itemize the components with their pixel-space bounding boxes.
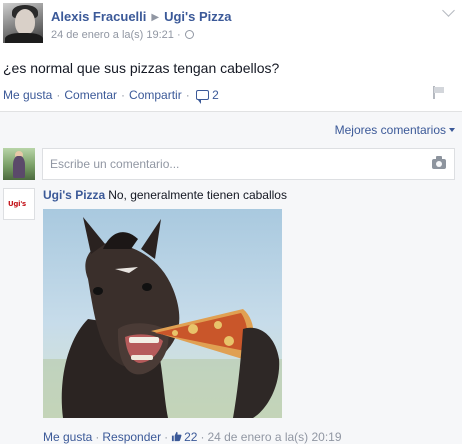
separator: · [56,88,61,102]
comment-count-link[interactable]: 2 [194,88,219,104]
separator: · [164,430,169,444]
comment-body: Ugi's Pizza No, generalmente tienen cabal… [43,188,287,202]
comment-sort-dropdown[interactable]: Mejores comentarios [335,123,455,137]
separator: · [121,88,126,102]
post-text: ¿es normal que sus pizzas tengan cabello… [3,60,280,76]
comment-like-link[interactable]: Me gusta [43,430,92,444]
comment-bubble-icon [195,90,209,104]
flag-icon[interactable] [433,86,445,99]
globe-icon[interactable] [184,30,194,39]
post-timestamp[interactable]: 24 de enero a la(s) 19:21 [51,29,174,41]
comment-input-box[interactable] [42,148,455,180]
comment-photo-horse-eating-pizza[interactable] [43,209,282,418]
author-name[interactable]: Alexis Fracuelli [51,9,146,24]
comment-author-avatar[interactable]: Ugi's [3,188,35,220]
camera-icon[interactable] [432,156,446,169]
chevron-down-icon[interactable] [442,4,455,17]
like-link[interactable]: Me gusta [3,88,52,102]
target-page-name[interactable]: Ugi's Pizza [164,9,231,24]
ugis-pizza-logo: Ugi's [8,200,26,208]
current-user-avatar [3,148,35,180]
separator: · [95,430,100,444]
post-actions: Me gusta · Comentar · Compartir · 2 [3,88,219,104]
comment-timestamp[interactable]: 24 de enero a la(s) 20:19 [207,430,341,444]
comment-link[interactable]: Comentar [64,88,117,102]
horse-pizza-image [43,217,282,418]
comments-section: Mejores comentarios Ugi's Ugi's PizzaNo,… [0,111,462,444]
comment-count: 2 [212,88,219,102]
reply-link[interactable]: Responder [102,430,161,444]
separator: · [200,430,205,444]
comment-input[interactable] [43,149,403,179]
caret-down-icon [449,128,455,132]
post-card: Alexis Fracuelli ▶ Ugi's Pizza 24 de enero… [0,0,462,110]
comment-author-name[interactable]: Ugi's Pizza [43,188,105,202]
share-link[interactable]: Compartir [129,88,182,102]
comment-actions: Me gusta · Responder · 22 · 24 de enero a la(s… [43,430,342,444]
meta-separator: · [176,29,181,41]
author-avatar[interactable] [3,3,43,43]
comment-like-count: 22 [184,430,198,444]
comment-likes[interactable]: 22 [171,430,197,444]
sort-label: Mejores comentarios [334,123,446,137]
separator: · [185,88,190,102]
comment-text: No, generalmente tienen caballos [108,188,287,202]
triangle-right-icon: ▶ [151,12,160,23]
thumbs-up-icon [171,431,182,442]
post-header: Alexis Fracuelli ▶ Ugi's Pizza [51,9,231,24]
post-meta: 24 de enero a la(s) 19:21 · [51,29,194,41]
